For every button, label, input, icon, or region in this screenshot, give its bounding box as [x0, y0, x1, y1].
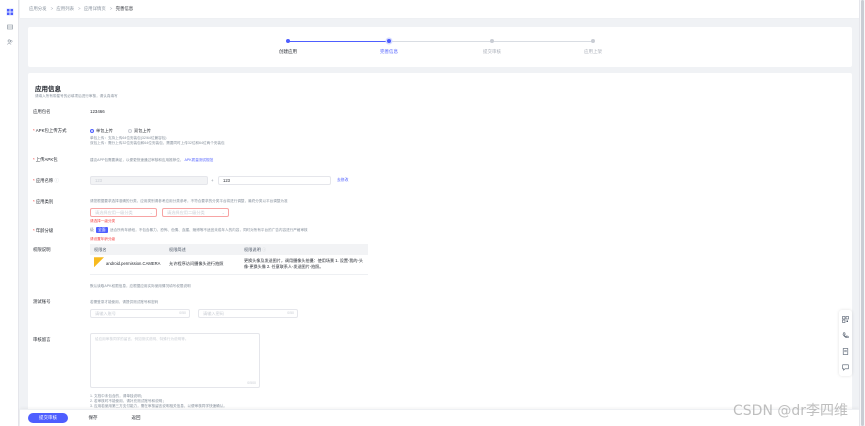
info-icon: ⓘ — [54, 178, 59, 183]
test-password-input[interactable]: 请输入密码 0/50 — [198, 309, 298, 318]
remark-textarea[interactable]: 给应用审核同学的留言，例如测试说明、特殊行为说明等。 0/500 — [90, 333, 260, 388]
warning-flag-icon — [94, 257, 104, 268]
phone-icon[interactable] — [842, 332, 849, 339]
app-info-form: 应用信息 请填入所有带星号的必填项后进行审核，请认真填写 应用包名 123466… — [28, 73, 852, 426]
permission-table: 权限名 权限简述 权限说明 ⓘ android.permission.CAMER… — [90, 244, 368, 275]
breadcrumb: 应用分发 > 应用列表 > 应用详情页 > 完善信息 — [29, 6, 134, 11]
back-button[interactable]: 返回 — [121, 413, 151, 423]
age-hint: 适合所有年龄段，不包含暴力、恐怖、色情、血腥、赌博等不适宜未成年人的内容，同时对… — [110, 228, 308, 232]
breadcrumb-item[interactable]: 应用列表 — [56, 6, 74, 11]
apk-mode-double-radio[interactable]: 双包上传 — [128, 128, 151, 134]
category-label: *应用类别 — [33, 199, 54, 204]
upload-apk-label: *上传APK包 — [33, 157, 58, 162]
perm-name-cell: android.permission.CAMERA — [90, 255, 165, 275]
step-connector — [390, 41, 492, 42]
age-prefix: 级 — [90, 228, 94, 232]
top-bar: 应用分发 > 应用列表 > 应用详情页 > 完善信息 — [20, 0, 859, 19]
floating-toolbar — [839, 310, 852, 376]
app-name-prefix-input: 123 — [90, 176, 208, 185]
category-hint: 请您根据要求选择准确的分类，应用类别请参考应用分类参考，不符合要求的分类平台将进… — [90, 199, 288, 203]
package-label: 应用包名 — [33, 109, 51, 114]
step-dot — [490, 39, 494, 43]
category-level2-select[interactable]: 请选择应用二级分类 ⌄ — [162, 208, 229, 217]
app-name-input[interactable]: 123 — [218, 176, 331, 185]
document-icon[interactable] — [842, 348, 849, 355]
watermark: CSDN @dr李四维 — [733, 403, 849, 419]
step-label: 创建应用 — [279, 49, 297, 54]
category-level1-select[interactable]: 请选择应用一级分类 ⌄ — [90, 208, 157, 217]
apk-spec-link[interactable]: APK质量测试规范 — [184, 158, 213, 162]
age-error: 请设置年龄分级 — [90, 237, 116, 241]
step-label: 完善信息 — [380, 49, 398, 54]
save-button[interactable]: 保存 — [78, 413, 108, 423]
step-dot — [591, 39, 595, 43]
remark-tips: 1. 文档中未包含的，请单独说明； 2. 若审核时不能使用，请补充测试账号和说明… — [90, 394, 227, 408]
submit-review-button[interactable]: 提交审核 — [28, 413, 68, 423]
name-separator: + — [211, 178, 214, 183]
step-label: 应用上架 — [584, 49, 602, 54]
chat-icon[interactable] — [842, 364, 849, 371]
step-label: 提交审核 — [483, 49, 501, 54]
age-tag[interactable]: 全面 — [96, 227, 108, 233]
step-dot — [387, 39, 391, 43]
edit-name-link[interactable]: 去修改 — [337, 178, 348, 183]
perm-desc-cell[interactable]: 更换头像及发送图片，调用摄像头拍摄：使用场景 1. 设置-我的-头像-更换头像 … — [240, 255, 368, 275]
grid-icon[interactable] — [6, 8, 14, 16]
progress-steps: 创建应用 完善信息 提交审核 应用上架 — [28, 27, 852, 67]
step-connector — [288, 41, 389, 42]
table-row: android.permission.CAMERA 允许程序访问摄像头进行拍照 … — [90, 255, 368, 275]
package-value: 123466 — [90, 109, 105, 114]
breadcrumb-item[interactable]: 应用详情页 — [84, 6, 106, 11]
upload-hint: 建议APP包需要满足，以便更快速通过审核和应用推荐位， APK质量测试规范 — [90, 158, 214, 162]
category-error: 请选择一级分类 — [90, 219, 116, 223]
apk-mode-label: *APK包上传方式 — [33, 128, 67, 133]
remark-label: 审核留言 — [33, 337, 51, 342]
apk-mode-single-radio[interactable]: 单包上传 — [90, 128, 113, 134]
table-header: 权限简述 — [165, 244, 240, 255]
users-icon[interactable] — [6, 38, 14, 46]
scrollbar-thumb[interactable] — [861, 0, 864, 426]
qrcode-icon[interactable] — [842, 316, 849, 323]
breadcrumb-item[interactable]: 应用分发 — [29, 6, 47, 11]
permission-label: 权限说明 — [33, 247, 51, 252]
chevron-down-icon: ⌄ — [149, 210, 153, 215]
scrollbar[interactable] — [859, 0, 865, 426]
test-account-hint: 若需登录才能使用，请提供测试账号和密码 — [90, 300, 159, 304]
inbox-icon[interactable] — [6, 23, 14, 31]
breadcrumb-current: 完善信息 — [115, 6, 134, 11]
info-icon: ⓘ — [261, 246, 267, 252]
chevron-down-icon: ⌄ — [221, 210, 225, 215]
table-header: 权限说明 ⓘ — [240, 244, 368, 255]
left-sidebar — [0, 0, 19, 426]
permission-note: 默认读取APK权限信息，应根据应用实际使用情况填写权限说明 — [90, 284, 191, 288]
test-account-label: 测试账号 — [33, 299, 51, 304]
section-title: 应用信息 — [35, 86, 61, 93]
step-connector — [492, 41, 593, 42]
section-subtitle: 请填入所有带星号的必填项后进行审核，请认真填写 — [35, 94, 118, 98]
perm-brief-cell: 允许程序访问摄像头进行拍照 — [165, 255, 240, 275]
table-header: 权限名 — [90, 244, 165, 255]
test-account-input[interactable]: 请输入账号 0/50 — [90, 309, 190, 318]
apk-mode-hint: 双包上传：需分上传32位安装包和64位安装包，需要同时上传32位和64位两个安装… — [90, 141, 225, 145]
age-rating-label: *年龄分级 — [33, 228, 54, 233]
app-name-label: *应用名称 ⓘ — [33, 178, 59, 183]
step-dot — [286, 39, 290, 43]
